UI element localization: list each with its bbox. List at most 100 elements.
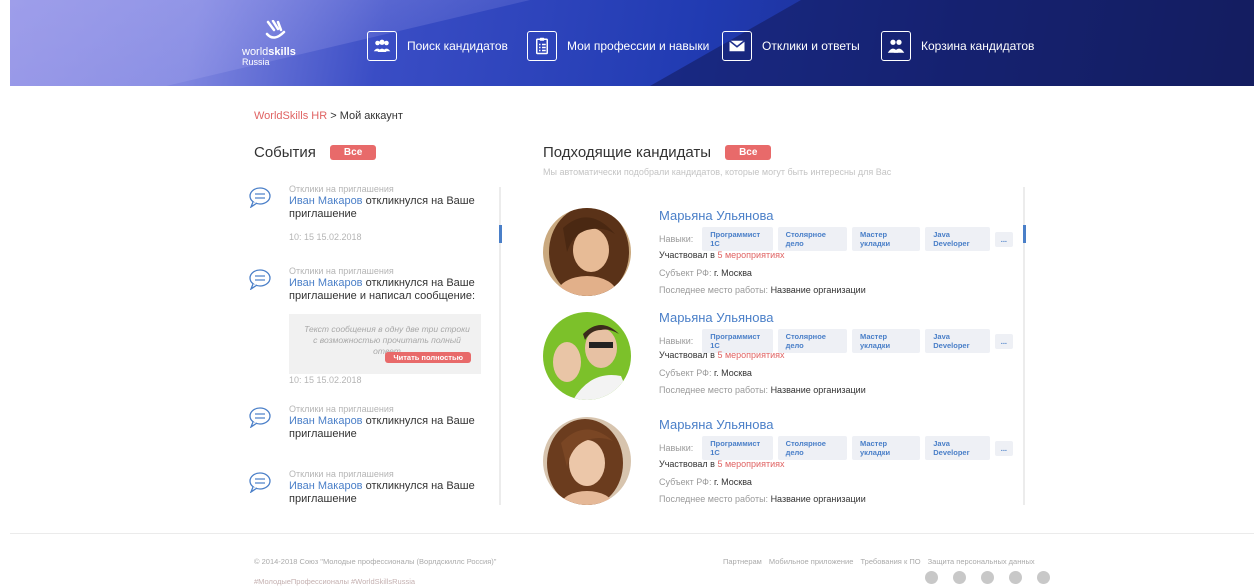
nav-responses[interactable]: Отклики и ответы <box>722 31 860 61</box>
chat-bubble-icon <box>249 269 271 290</box>
worldskills-logo[interactable]: worldskills Russia <box>242 19 302 68</box>
event-text: Иван Макаров откликнулся на Ваше приглаш… <box>289 480 475 505</box>
scrollbar-thumb[interactable] <box>1022 225 1026 243</box>
candidates-scrollbar[interactable] <box>1022 187 1026 505</box>
event-message-box: Текст сообщения в одну две три строки с … <box>289 314 481 374</box>
logo-hand-icon <box>264 19 288 48</box>
events-heading: События Все <box>254 144 377 161</box>
candidate-skills: Навыки: Программист 1С Столярное дело Ма… <box>659 436 1013 460</box>
footer-hashtags: #МолодыеПрофессионалы #WorldSkillsRussia <box>254 577 416 586</box>
event-time: 10: 15 15.02.2018 <box>289 375 362 385</box>
candidate-skills: Навыки: Программист 1С Столярное дело Ма… <box>659 227 1013 251</box>
chat-bubble-icon <box>249 472 271 493</box>
candidate-participation: Участвовал в 5 мероприятиях <box>659 350 785 360</box>
events-scrollbar[interactable] <box>498 187 502 505</box>
breadcrumb-root-link[interactable]: WorldSkills HR <box>254 110 327 122</box>
instagram-icon[interactable] <box>1037 571 1050 584</box>
skill-chip[interactable]: Java Developer <box>925 329 990 353</box>
nav-candidate-cart[interactable]: Корзина кандидатов <box>881 31 1034 61</box>
candidates-heading: Подходящие кандидаты Все <box>543 144 772 161</box>
candidate-participation: Участвовал в 5 мероприятиях <box>659 250 785 260</box>
event-type: Отклики на приглашения <box>289 469 394 479</box>
candidate-name-link[interactable]: Марьяна Ульянова <box>659 310 773 325</box>
skills-label: Навыки: <box>659 234 694 244</box>
skill-chip[interactable]: Мастер укладки <box>852 227 921 251</box>
footer-links: Партнерам Мобильное приложение Требовани… <box>723 557 1040 566</box>
more-skills-button[interactable]: ... <box>994 440 1013 456</box>
skill-chip[interactable]: Java Developer <box>925 436 990 460</box>
breadcrumb: WorldSkills HR > Мой аккаунт <box>254 110 403 122</box>
skill-chip[interactable]: Java Developer <box>925 227 990 251</box>
footer-link-mobile[interactable]: Мобильное приложение <box>769 557 854 566</box>
events-count-link[interactable]: 5 мероприятиях <box>717 350 784 360</box>
users-cart-icon <box>881 31 911 61</box>
event-type: Отклики на приглашения <box>289 266 394 276</box>
odnoklassniki-icon[interactable] <box>953 571 966 584</box>
events-title: События <box>254 144 316 161</box>
footer-socials <box>925 571 1065 584</box>
footer-link-partners[interactable]: Партнерам <box>723 557 762 566</box>
event-user-link[interactable]: Иван Макаров <box>289 480 363 492</box>
twitter-icon[interactable] <box>1009 571 1022 584</box>
more-skills-button[interactable]: ... <box>994 333 1013 349</box>
skill-chip[interactable]: Столярное дело <box>777 227 847 251</box>
skills-label: Навыки: <box>659 443 694 453</box>
candidate-lastjob: Последнее место работы: Название организ… <box>659 494 866 504</box>
nav-professions[interactable]: Мои профессии и навыки <box>527 31 709 61</box>
nav-label: Мои профессии и навыки <box>567 39 710 53</box>
candidate-avatar[interactable] <box>543 417 631 505</box>
events-count-link[interactable]: 5 мероприятиях <box>717 459 784 469</box>
more-skills-button[interactable]: ... <box>994 231 1013 247</box>
event-user-link[interactable]: Иван Макаров <box>289 195 363 207</box>
read-more-button[interactable]: Читать полностью <box>385 352 471 363</box>
facebook-icon[interactable] <box>925 571 938 584</box>
clipboard-icon <box>527 31 557 61</box>
candidate-region: Субъект РФ: г. Москва <box>659 368 752 378</box>
nav-label: Корзина кандидатов <box>921 39 1035 53</box>
chat-bubble-icon <box>249 187 271 208</box>
events-all-button[interactable]: Все <box>329 145 377 160</box>
skill-chip[interactable]: Программист 1С <box>702 227 773 251</box>
nav-label: Отклики и ответы <box>762 39 860 53</box>
skill-chip[interactable]: Столярное дело <box>777 329 847 353</box>
candidate-card[interactable]: Марьяна Ульянова Навыки: Программист 1С … <box>543 310 1013 402</box>
candidate-lastjob: Последнее место работы: Название организ… <box>659 285 866 295</box>
candidate-name-link[interactable]: Марьяна Ульянова <box>659 208 773 223</box>
candidate-region: Субъект РФ: г. Москва <box>659 477 752 487</box>
skills-label: Навыки: <box>659 336 694 346</box>
footer-link-privacy[interactable]: Защита персональных данных <box>928 557 1035 566</box>
skill-chip[interactable]: Столярное дело <box>777 436 847 460</box>
candidates-all-button[interactable]: Все <box>725 145 772 160</box>
event-text: Иван Макаров откликнулся на Ваше приглаш… <box>289 195 475 220</box>
candidates-title: Подходящие кандидаты <box>543 144 712 161</box>
nav-candidate-search[interactable]: Поиск кандидатов <box>367 31 508 61</box>
candidates-subtitle: Мы автоматически подобрали кандидатов, к… <box>543 167 892 177</box>
candidate-name-link[interactable]: Марьяна Ульянова <box>659 417 773 432</box>
breadcrumb-current: Мой аккаунт <box>339 110 403 122</box>
breadcrumb-separator: > <box>330 110 337 122</box>
envelope-icon <box>722 31 752 61</box>
event-text: Иван Макаров откликнулся на Ваше приглаш… <box>289 277 476 302</box>
skill-chip[interactable]: Мастер укладки <box>852 329 921 353</box>
candidate-card[interactable]: Марьяна Ульянова Навыки: Программист 1С … <box>543 417 1013 509</box>
users-icon <box>367 31 397 61</box>
skill-chip[interactable]: Мастер укладки <box>852 436 921 460</box>
events-count-link[interactable]: 5 мероприятиях <box>717 250 784 260</box>
footer-copyright: © 2014-2018 Союз "Молодые профессионалы … <box>254 557 497 566</box>
footer-divider <box>10 533 1254 534</box>
candidate-avatar[interactable] <box>543 208 631 296</box>
logo-subtext: Russia <box>242 57 270 67</box>
event-type: Отклики на приглашения <box>289 184 394 194</box>
candidate-avatar[interactable] <box>543 312 631 400</box>
chat-bubble-icon <box>249 407 271 428</box>
vk-icon[interactable] <box>981 571 994 584</box>
event-type: Отклики на приглашения <box>289 404 394 414</box>
scrollbar-thumb[interactable] <box>498 225 502 243</box>
nav-label: Поиск кандидатов <box>407 39 508 53</box>
event-user-link[interactable]: Иван Макаров <box>289 415 363 427</box>
footer-link-requirements[interactable]: Требования к ПО <box>861 557 921 566</box>
event-user-link[interactable]: Иван Макаров <box>289 277 363 289</box>
candidate-participation: Участвовал в 5 мероприятиях <box>659 459 785 469</box>
skill-chip[interactable]: Программист 1С <box>702 436 773 460</box>
candidate-card[interactable]: Марьяна Ульянова Навыки: Программист 1С … <box>543 208 1013 300</box>
